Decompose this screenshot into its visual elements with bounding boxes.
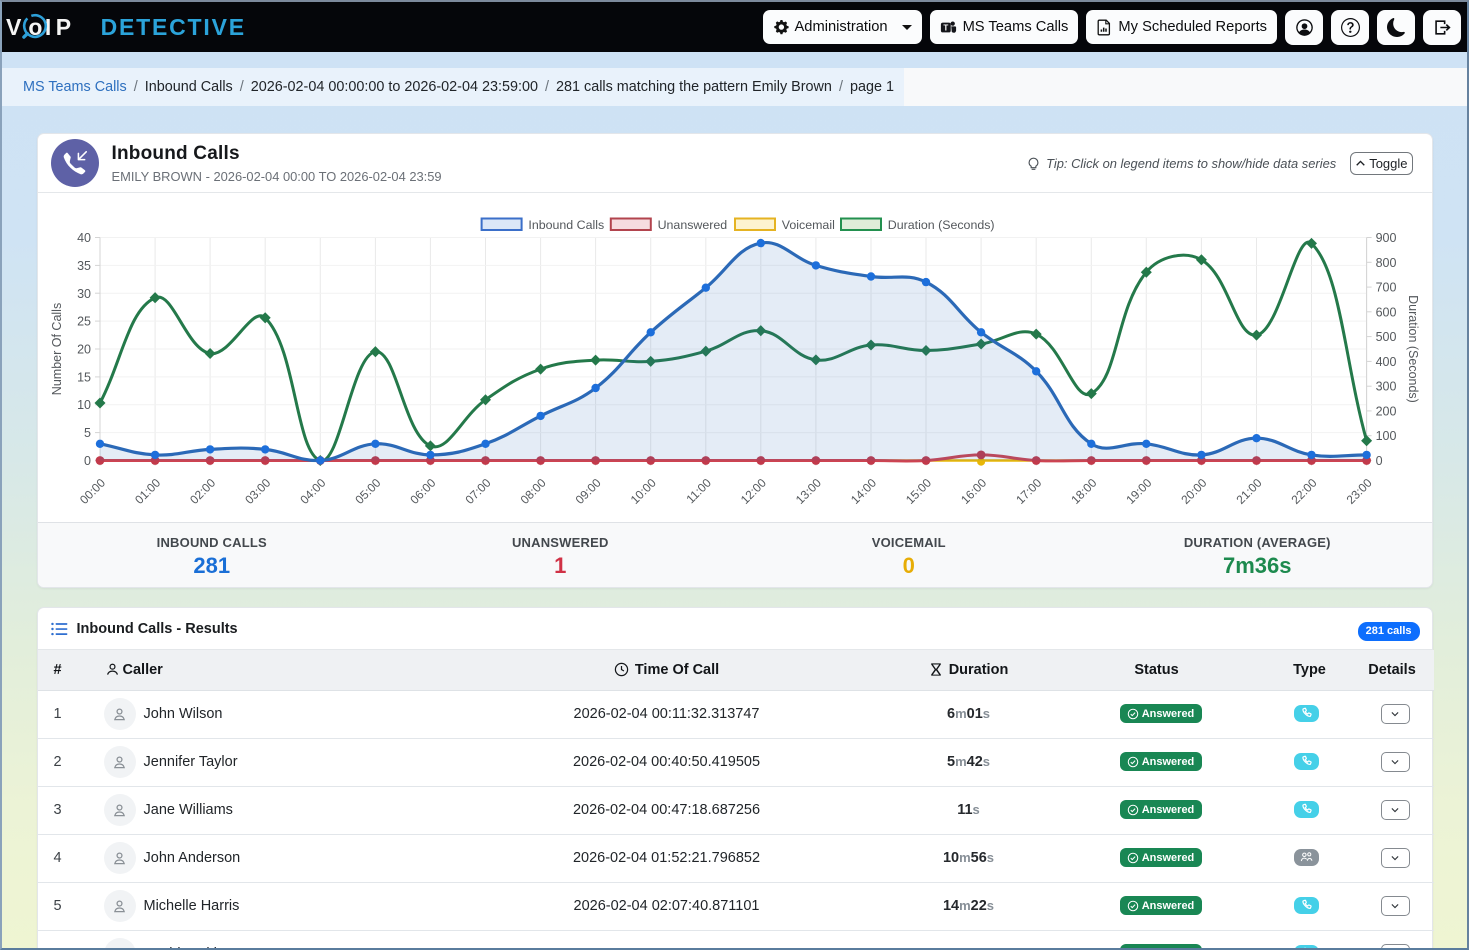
svg-text:T: T <box>943 23 948 32</box>
svg-text:Duration (Seconds): Duration (Seconds) <box>887 218 994 232</box>
svg-text:18:00: 18:00 <box>1068 475 1099 506</box>
svg-text:19:00: 19:00 <box>1123 475 1154 506</box>
svg-text:100: 100 <box>1375 429 1396 443</box>
svg-text:0: 0 <box>84 454 91 468</box>
svg-text:07:00: 07:00 <box>462 475 493 506</box>
svg-text:04:00: 04:00 <box>297 475 328 506</box>
svg-text:20: 20 <box>77 343 91 357</box>
svg-text:35: 35 <box>77 259 91 273</box>
svg-text:Duration (Seconds): Duration (Seconds) <box>1406 295 1420 403</box>
svg-text:0: 0 <box>1375 454 1382 468</box>
svg-text:Inbound Calls: Inbound Calls <box>528 218 604 232</box>
svg-text:23:00: 23:00 <box>1343 475 1374 506</box>
svg-text:5: 5 <box>84 426 91 440</box>
svg-text:200: 200 <box>1375 404 1396 418</box>
svg-text:16:00: 16:00 <box>958 475 989 506</box>
svg-text:00:00: 00:00 <box>76 475 107 506</box>
svg-text:10: 10 <box>77 398 91 412</box>
svg-text:21:00: 21:00 <box>1233 475 1264 506</box>
svg-text:05:00: 05:00 <box>352 475 383 506</box>
svg-text:22:00: 22:00 <box>1288 475 1319 506</box>
svg-text:800: 800 <box>1375 256 1396 270</box>
svg-text:Voicemail: Voicemail <box>781 218 834 232</box>
svg-text:500: 500 <box>1375 330 1396 344</box>
svg-text:Number Of Calls: Number Of Calls <box>50 303 64 395</box>
svg-text:20:00: 20:00 <box>1178 475 1209 506</box>
svg-text:09:00: 09:00 <box>572 475 603 506</box>
svg-text:700: 700 <box>1375 281 1396 295</box>
svg-text:14:00: 14:00 <box>847 475 878 506</box>
svg-text:Unanswered: Unanswered <box>657 218 727 232</box>
svg-text:15: 15 <box>77 370 91 384</box>
svg-text:30: 30 <box>77 287 91 301</box>
svg-text:300: 300 <box>1375 380 1396 394</box>
svg-text:400: 400 <box>1375 355 1396 369</box>
svg-text:03:00: 03:00 <box>242 475 273 506</box>
svg-text:11:00: 11:00 <box>683 475 714 506</box>
svg-text:13:00: 13:00 <box>792 475 823 506</box>
svg-text:12:00: 12:00 <box>737 475 768 506</box>
svg-text:40: 40 <box>77 231 91 245</box>
svg-text:25: 25 <box>77 315 91 329</box>
svg-text:01:00: 01:00 <box>132 475 163 506</box>
svg-text:10:00: 10:00 <box>627 475 658 506</box>
svg-text:600: 600 <box>1375 305 1396 319</box>
svg-text:900: 900 <box>1375 231 1396 245</box>
svg-text:06:00: 06:00 <box>407 475 438 506</box>
svg-text:08:00: 08:00 <box>517 475 548 506</box>
svg-text:02:00: 02:00 <box>187 475 218 506</box>
svg-text:17:00: 17:00 <box>1013 475 1044 506</box>
svg-text:15:00: 15:00 <box>902 475 933 506</box>
